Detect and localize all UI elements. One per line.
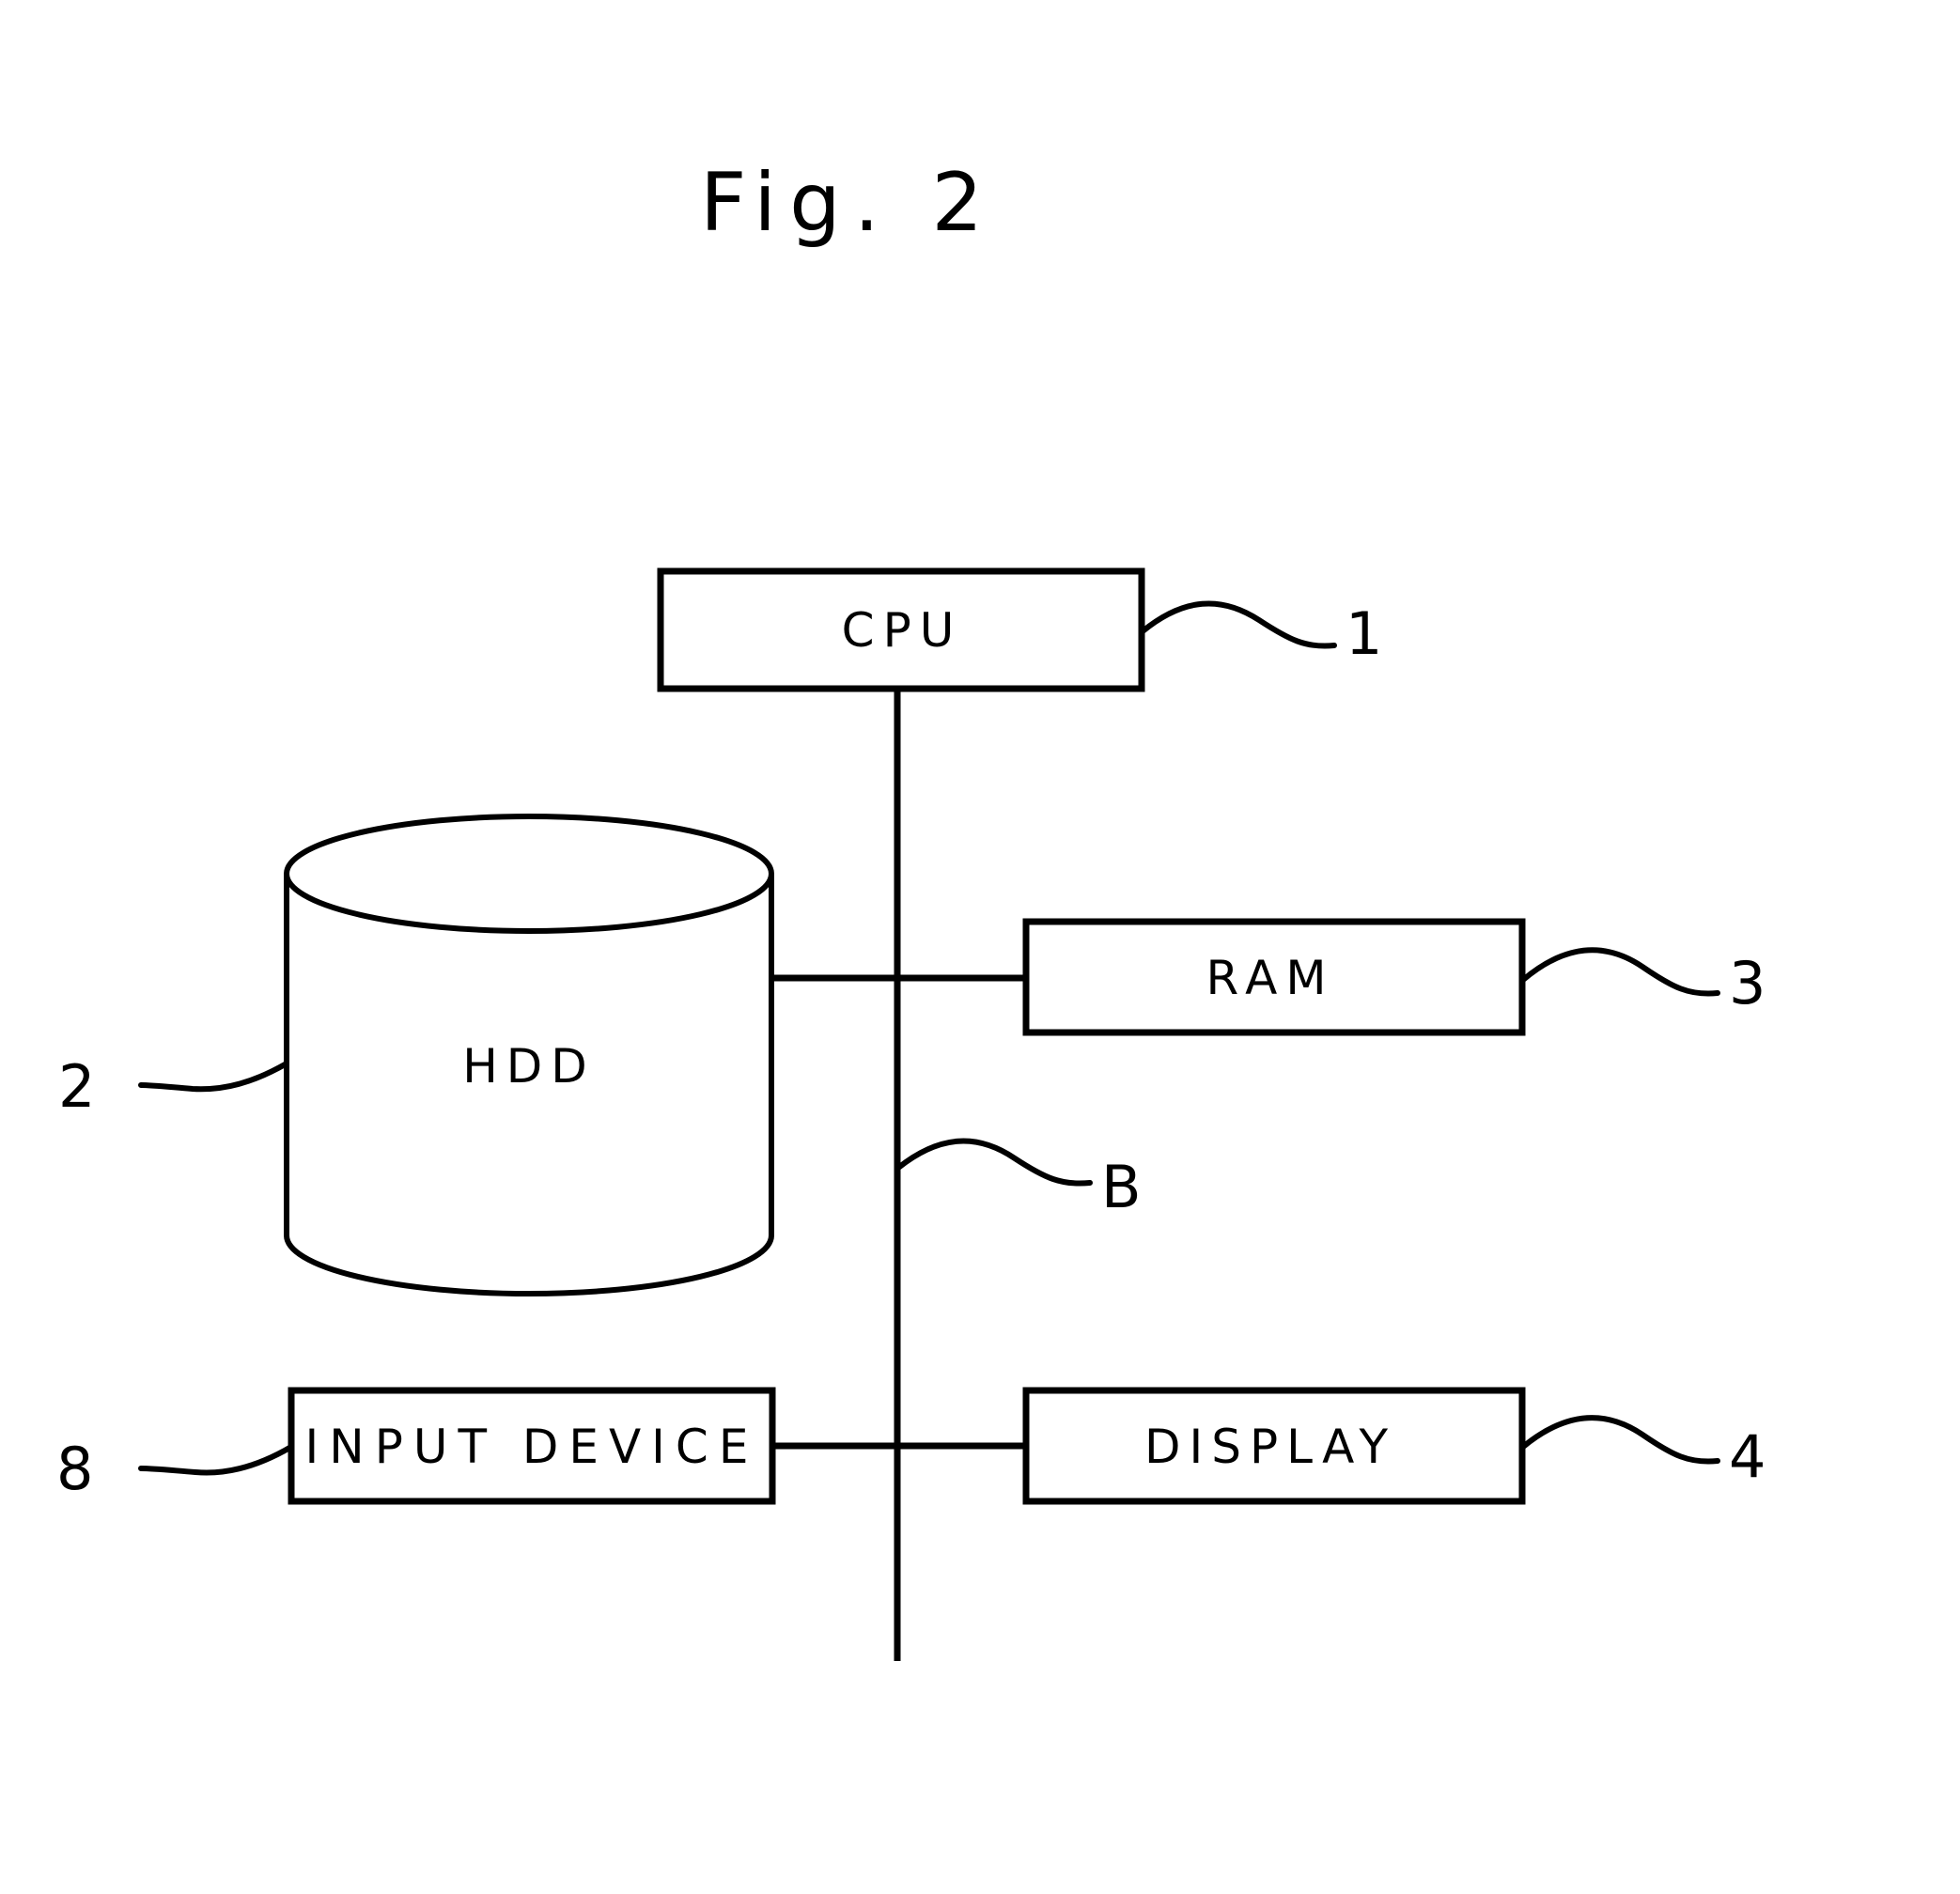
hdd-label: HDD	[462, 1039, 596, 1094]
display-label: DISPLAY	[1144, 1420, 1396, 1474]
reference-numeral-hdd: 2	[58, 1052, 95, 1121]
figure-page: Fig. 2 CPU 1 HDD 2 RAM 3 B INPUT DEVICE …	[0, 0, 1960, 1894]
ram-label: RAM	[1206, 951, 1334, 1005]
lead-line-cpu	[1140, 600, 1337, 649]
patent-figure-canvas: Fig. 2 CPU 1 HDD 2 RAM 3 B INPUT DEVICE …	[56, 156, 1766, 1661]
reference-numeral-cpu: 1	[1346, 599, 1382, 668]
reference-numeral-bus: B	[1101, 1153, 1142, 1221]
block-display[interactable]: DISPLAY	[1022, 1387, 1526, 1505]
reference-numeral-display: 4	[1729, 1422, 1766, 1491]
lead-line-ram	[1520, 947, 1720, 997]
reference-numeral-input-device: 8	[56, 1435, 93, 1503]
input-device-label: INPUT DEVICE	[305, 1420, 759, 1474]
block-input-device[interactable]: INPUT DEVICE	[288, 1387, 776, 1505]
figure-title: Fig. 2	[700, 156, 996, 250]
lead-line-bus	[895, 1138, 1093, 1187]
cpu-label: CPU	[842, 603, 963, 658]
block-hdd[interactable]: HDD	[284, 814, 774, 1296]
block-ram[interactable]: RAM	[1022, 918, 1526, 1036]
lead-line-display	[1520, 1415, 1720, 1465]
block-cpu[interactable]: CPU	[657, 567, 1145, 692]
reference-numeral-ram: 3	[1729, 949, 1766, 1017]
lead-line-hdd	[138, 1061, 289, 1093]
lead-line-input-device	[138, 1444, 294, 1476]
